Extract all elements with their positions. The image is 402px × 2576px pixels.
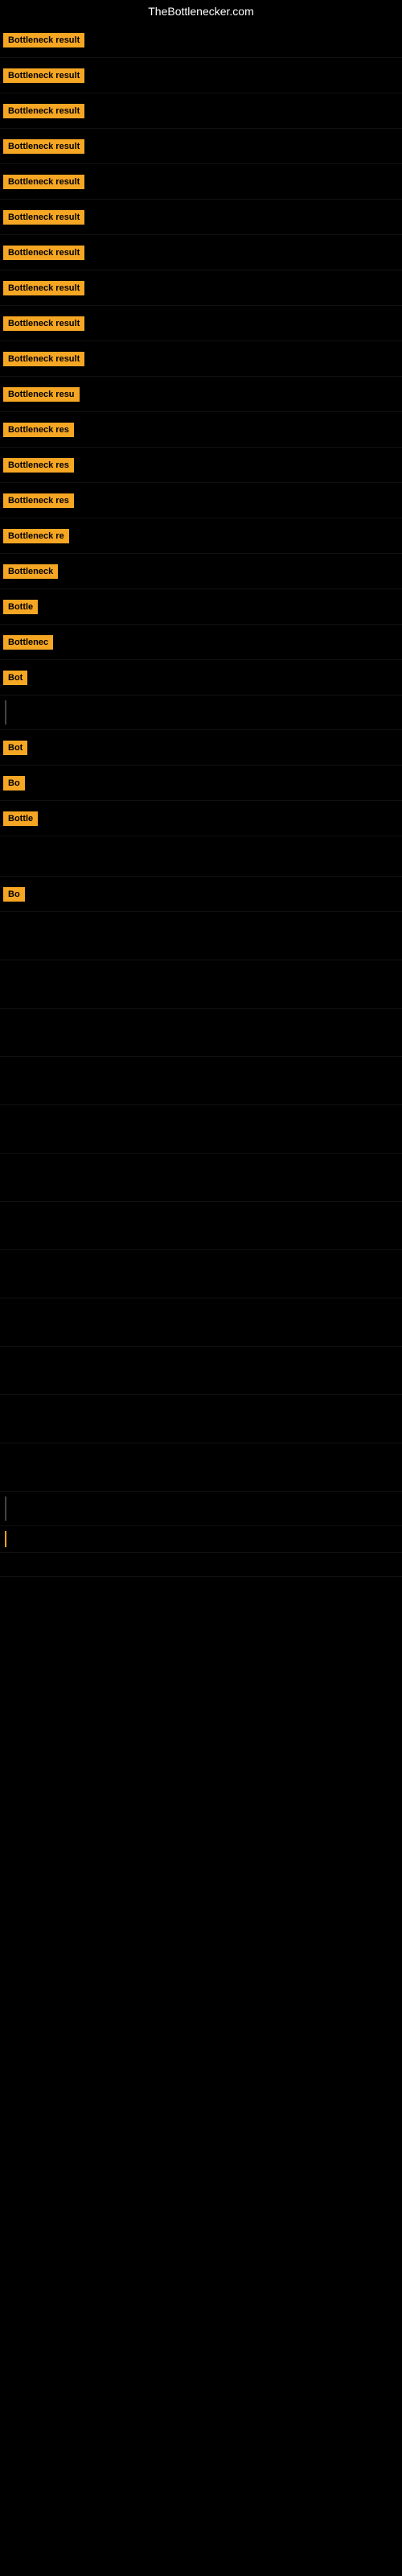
list-item	[0, 1347, 402, 1395]
list-item: Bottleneck result	[0, 23, 402, 58]
list-item: Bottleneck result	[0, 129, 402, 164]
list-item	[0, 1250, 402, 1298]
bottleneck-badge[interactable]: Bottleneck res	[3, 423, 74, 437]
list-item: Bottleneck resu	[0, 377, 402, 412]
list-item: Bot	[0, 730, 402, 766]
list-item: Bo	[0, 877, 402, 912]
bottleneck-badge[interactable]: Bottleneck result	[3, 175, 84, 189]
vertical-divider	[5, 1496, 6, 1521]
list-item: Bottleneck res	[0, 412, 402, 448]
bottleneck-badge[interactable]: Bot	[3, 741, 27, 755]
list-item	[0, 1057, 402, 1105]
bottleneck-badge[interactable]: Bottleneck resu	[3, 387, 80, 402]
bottleneck-badge[interactable]: Bottleneck result	[3, 316, 84, 331]
bottleneck-badge[interactable]: Bottleneck result	[3, 68, 84, 83]
list-item: Bo	[0, 766, 402, 801]
list-item	[0, 912, 402, 960]
list-item	[0, 1443, 402, 1492]
list-item	[0, 1154, 402, 1202]
list-item	[0, 1009, 402, 1057]
bottleneck-badge[interactable]: Bottleneck res	[3, 493, 74, 508]
list-item	[0, 1395, 402, 1443]
bottleneck-badge[interactable]: Bo	[3, 887, 25, 902]
list-item: Bottleneck res	[0, 448, 402, 483]
list-item: Bottlenec	[0, 625, 402, 660]
list-item: Bot	[0, 660, 402, 696]
bottleneck-badge[interactable]: Bottle	[3, 600, 38, 614]
list-item	[0, 1298, 402, 1347]
bottleneck-badge[interactable]: Bottleneck re	[3, 529, 69, 543]
bottleneck-badge[interactable]: Bottleneck result	[3, 210, 84, 225]
orange-line	[5, 1531, 6, 1547]
list-item: Bottleneck result	[0, 270, 402, 306]
bottleneck-badge[interactable]: Bottleneck	[3, 564, 58, 579]
list-item	[0, 1553, 402, 1577]
bottleneck-badge[interactable]: Bottleneck result	[3, 33, 84, 47]
list-item	[0, 1526, 402, 1553]
list-item: Bottleneck result	[0, 306, 402, 341]
list-item	[0, 1202, 402, 1250]
vertical-divider	[5, 700, 6, 724]
page-title: TheBottlenecker.com	[0, 0, 402, 23]
bottleneck-badge[interactable]: Bottleneck result	[3, 139, 84, 154]
list-item: Bottleneck result	[0, 93, 402, 129]
list-item	[0, 836, 402, 877]
bottleneck-badge[interactable]: Bottleneck result	[3, 352, 84, 366]
list-item: Bottleneck result	[0, 235, 402, 270]
bottleneck-badge[interactable]: Bottleneck result	[3, 281, 84, 295]
list-item: Bottleneck result	[0, 58, 402, 93]
list-item: Bottleneck result	[0, 164, 402, 200]
list-item	[0, 1105, 402, 1154]
list-item: Bottleneck	[0, 554, 402, 589]
list-item: Bottleneck res	[0, 483, 402, 518]
bottleneck-badge[interactable]: Bottleneck result	[3, 104, 84, 118]
list-item	[0, 696, 402, 730]
bottleneck-badge[interactable]: Bottleneck result	[3, 246, 84, 260]
list-item	[0, 1492, 402, 1526]
list-item	[0, 960, 402, 1009]
list-item: Bottleneck re	[0, 518, 402, 554]
list-item: Bottle	[0, 801, 402, 836]
list-item: Bottleneck result	[0, 341, 402, 377]
bottleneck-badge[interactable]: Bottleneck res	[3, 458, 74, 473]
list-item: Bottle	[0, 589, 402, 625]
bottleneck-badge[interactable]: Bot	[3, 671, 27, 685]
bottleneck-badge[interactable]: Bottle	[3, 811, 38, 826]
bottleneck-badge[interactable]: Bo	[3, 776, 25, 791]
list-item: Bottleneck result	[0, 200, 402, 235]
bottleneck-badge[interactable]: Bottlenec	[3, 635, 53, 650]
